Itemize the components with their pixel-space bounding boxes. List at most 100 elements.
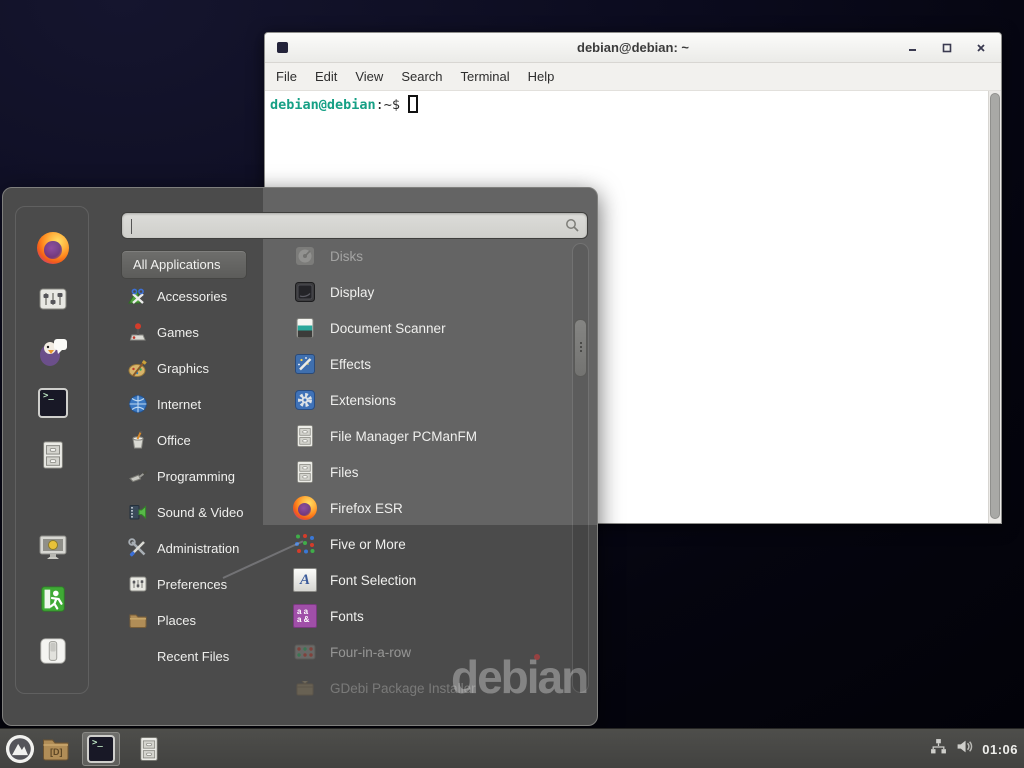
pidgin-icon — [37, 335, 69, 367]
terminal-scrollbar-thumb[interactable] — [990, 93, 1000, 519]
favorite-pidgin[interactable] — [37, 335, 69, 367]
taskbar-file-manager-launcher[interactable] — [136, 736, 162, 762]
menu-button[interactable] — [5, 734, 35, 764]
category-label: Programming — [157, 469, 235, 484]
taskbar-clock[interactable]: 01:06 — [982, 742, 1018, 757]
app-item-effects[interactable]: Effects — [283, 346, 563, 382]
app-label: Document Scanner — [330, 321, 446, 336]
favorite-firefox[interactable] — [37, 232, 69, 264]
category-accessories[interactable]: Accessories — [121, 278, 281, 314]
all-applications-label: All Applications — [133, 257, 220, 272]
app-label: Display — [330, 285, 374, 300]
control-center-icon — [37, 283, 69, 315]
display-icon — [293, 280, 317, 304]
log-out-icon — [38, 584, 68, 614]
category-internet[interactable]: Internet — [121, 386, 281, 422]
menu-help[interactable]: Help — [519, 64, 564, 89]
application-list: Disks Display Document Scanner Effects — [283, 238, 563, 706]
app-item-five-or-more[interactable]: Five or More — [283, 526, 563, 562]
places-icon — [128, 610, 148, 630]
category-label: Preferences — [157, 577, 227, 592]
category-label: Games — [157, 325, 199, 340]
app-label: Five or More — [330, 537, 406, 552]
favorite-shut-down[interactable] — [37, 635, 69, 667]
app-item-file-manager-pcmanfm[interactable]: File Manager PCManFM — [283, 418, 563, 454]
internet-icon — [128, 394, 148, 414]
terminal-icon: >_ — [87, 735, 115, 763]
menu-edit[interactable]: Edit — [306, 64, 346, 89]
extensions-icon — [293, 388, 317, 412]
app-item-fonts[interactable]: a aa & Fonts — [283, 598, 563, 634]
effects-icon — [293, 352, 317, 376]
category-places[interactable]: Places — [121, 602, 281, 638]
svg-text:[D]: [D] — [50, 747, 63, 757]
menu-file[interactable]: File — [267, 64, 306, 89]
app-label: Font Selection — [330, 573, 416, 588]
category-sound-video[interactable]: Sound & Video — [121, 494, 281, 530]
app-item-document-scanner[interactable]: Document Scanner — [283, 310, 563, 346]
favorites-column: >_ — [15, 206, 89, 694]
disks-icon — [293, 244, 317, 268]
search-input[interactable] — [130, 215, 550, 236]
app-item-display[interactable]: Display — [283, 274, 563, 310]
app-item-gdebi[interactable]: GDebi Package Installer — [283, 670, 563, 706]
favorite-terminal[interactable]: >_ — [37, 387, 69, 419]
app-label: File Manager PCManFM — [330, 429, 477, 444]
firefox-icon — [37, 232, 69, 264]
app-item-disks[interactable]: Disks — [283, 238, 563, 274]
app-list-scrollbar-track[interactable] — [572, 243, 589, 693]
category-all-applications[interactable]: All Applications — [121, 250, 247, 279]
category-label: Accessories — [157, 289, 227, 304]
category-label: Places — [157, 613, 196, 628]
programming-icon — [128, 466, 148, 486]
app-label: Extensions — [330, 393, 396, 408]
menu-view[interactable]: View — [346, 64, 392, 89]
category-label: Internet — [157, 397, 201, 412]
category-recent-files[interactable]: Recent Files — [121, 638, 281, 674]
app-label: Fonts — [330, 609, 364, 624]
favorite-lock-screen[interactable] — [37, 531, 69, 563]
folder-d-icon: [D] — [42, 736, 70, 762]
app-item-font-selection[interactable]: A Font Selection — [283, 562, 563, 598]
system-tray: 01:06 — [930, 729, 1018, 768]
favorite-control-center[interactable] — [37, 283, 69, 315]
terminal-scrollbar[interactable] — [988, 91, 1001, 523]
app-item-firefox-esr[interactable]: Firefox ESR — [283, 490, 563, 526]
app-item-four-in-a-row[interactable]: Four-in-a-row — [283, 634, 563, 670]
app-label: GDebi Package Installer — [330, 681, 476, 696]
text-caret — [131, 219, 132, 234]
app-label: Files — [330, 465, 359, 480]
distro-menu-icon — [5, 734, 35, 764]
desktop-folder-launcher[interactable]: [D] — [42, 736, 70, 762]
category-preferences[interactable]: Preferences — [121, 566, 281, 602]
close-button[interactable] — [974, 42, 987, 55]
favorite-log-out[interactable] — [37, 583, 69, 615]
app-item-extensions[interactable]: Extensions — [283, 382, 563, 418]
terminal-titlebar[interactable]: debian@debian: ~ — [265, 33, 1001, 63]
category-office[interactable]: Office — [121, 422, 281, 458]
recent-files-label: Recent Files — [157, 649, 229, 664]
sound-video-icon — [128, 502, 148, 522]
category-programming[interactable]: Programming — [121, 458, 281, 494]
taskbar-terminal-window-button[interactable]: >_ — [82, 732, 120, 766]
favorite-file-manager[interactable] — [37, 439, 69, 471]
graphics-icon — [128, 358, 148, 378]
network-tray-icon[interactable] — [930, 738, 947, 760]
app-item-files[interactable]: Files — [283, 454, 563, 490]
app-label: Disks — [330, 249, 363, 264]
terminal-window-icon — [277, 42, 288, 53]
volume-tray-icon[interactable] — [956, 738, 973, 760]
app-list-scrollbar-thumb[interactable] — [574, 319, 587, 377]
administration-icon — [128, 538, 148, 558]
menu-search[interactable]: Search — [392, 64, 451, 89]
app-label: Four-in-a-row — [330, 645, 411, 660]
preferences-icon — [128, 574, 148, 594]
file-cabinet-icon — [38, 440, 68, 470]
category-graphics[interactable]: Graphics — [121, 350, 281, 386]
category-games[interactable]: Games — [121, 314, 281, 350]
file-cabinet-icon — [136, 736, 162, 762]
maximize-button[interactable] — [940, 42, 953, 55]
category-label: Office — [157, 433, 191, 448]
menu-terminal[interactable]: Terminal — [452, 64, 519, 89]
minimize-button[interactable] — [906, 42, 919, 55]
